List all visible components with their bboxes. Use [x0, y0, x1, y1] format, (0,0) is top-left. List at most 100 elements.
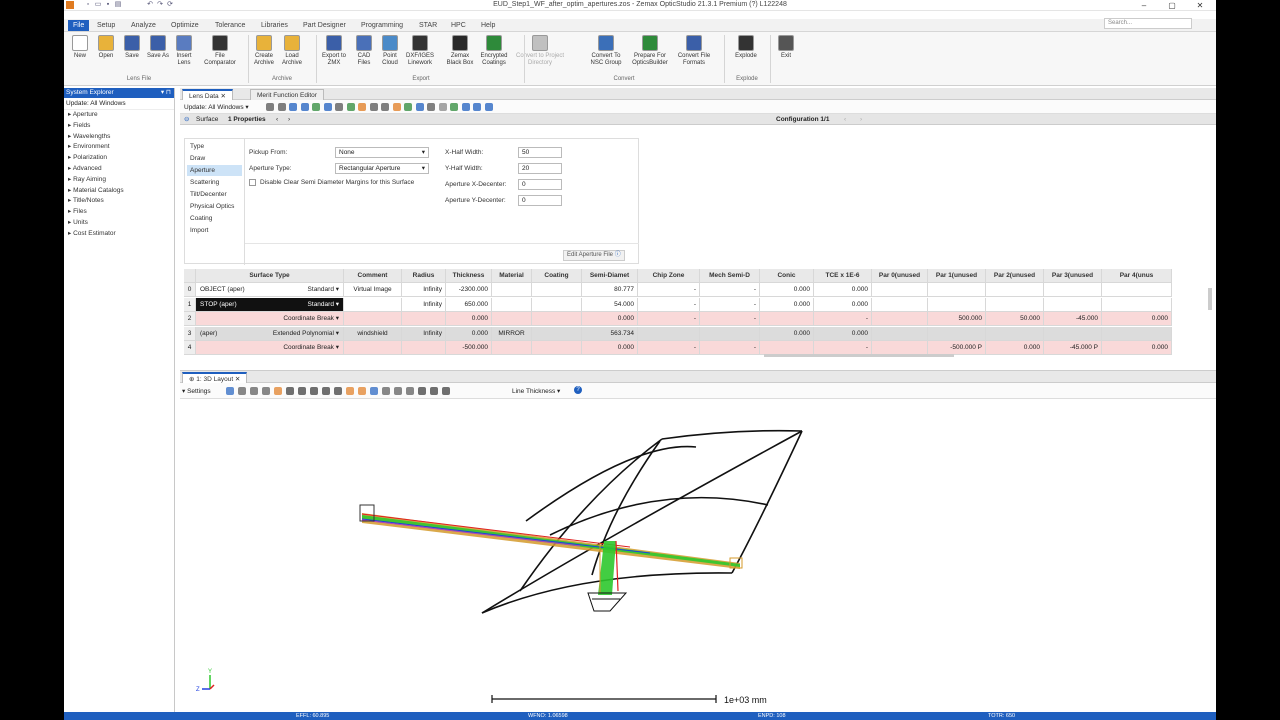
grid-header-cell[interactable]: Thickness — [446, 269, 492, 283]
grid-header-cell[interactable] — [184, 269, 196, 283]
menu-libraries[interactable]: Libraries — [256, 20, 293, 31]
grid-cell[interactable] — [1102, 327, 1172, 341]
layout-tool-16-icon[interactable] — [406, 387, 414, 395]
grid-cell[interactable]: 0.000 — [1102, 312, 1172, 326]
grid-cell[interactable]: -500.000 P — [928, 341, 986, 355]
grid-cell[interactable] — [344, 341, 402, 355]
grid-cell[interactable]: 0.000 — [814, 327, 872, 341]
create-archive-button[interactable]: Create Archive — [252, 35, 276, 67]
menu-tolerance[interactable]: Tolerance — [210, 20, 250, 31]
editor-tool-20-icon[interactable] — [485, 103, 493, 111]
grid-cell[interactable]: 0.000 — [814, 298, 872, 312]
editor-tool-5-icon[interactable] — [312, 103, 320, 111]
editor-tool-7-icon[interactable] — [335, 103, 343, 111]
explorer-item-title-notes[interactable]: ▸ Title/Notes — [64, 196, 174, 207]
convert-file-formats-button[interactable]: Convert File Formats — [673, 35, 715, 67]
explorer-item-material-catalogs[interactable]: ▸ Material Catalogs — [64, 186, 174, 197]
grid-cell[interactable] — [1102, 283, 1172, 297]
grid-cell[interactable]: - — [638, 283, 700, 297]
grid-cell[interactable] — [700, 327, 760, 341]
grid-cell[interactable] — [986, 283, 1044, 297]
grid-cell[interactable]: 54.000 — [582, 298, 638, 312]
grid-cell[interactable]: 0 — [184, 283, 196, 297]
grid-cell[interactable] — [872, 341, 928, 355]
layout-tool-1-icon[interactable] — [226, 387, 234, 395]
grid-header-cell[interactable]: Par 4(unus — [1102, 269, 1172, 283]
x-half-width-field[interactable]: 50 — [518, 147, 562, 158]
table-row[interactable]: 1STOP (aper)Standard ▾Infinity650.00054.… — [184, 298, 1208, 312]
new-button[interactable]: New — [69, 35, 91, 60]
grid-cell[interactable]: 50.000 — [986, 312, 1044, 326]
grid-header-cell[interactable]: Semi-Diamet — [582, 269, 638, 283]
point-cloud-button[interactable]: Point Cloud — [379, 35, 401, 67]
minimize-icon[interactable]: – — [1132, 0, 1156, 11]
layout-canvas[interactable]: 1e+03 mm Y Z — [180, 401, 1216, 715]
explorer-item-files[interactable]: ▸ Files — [64, 207, 174, 218]
layout-tool-11-icon[interactable] — [346, 387, 354, 395]
line-thickness-dropdown[interactable]: Line Thickness ▾ — [512, 387, 560, 395]
editor-tool-8-icon[interactable] — [347, 103, 355, 111]
grid-cell[interactable]: - — [638, 312, 700, 326]
grid-cell[interactable]: Coordinate Break ▾ — [196, 312, 344, 326]
menu-file[interactable]: File — [68, 20, 89, 31]
grid-cell[interactable] — [872, 327, 928, 341]
y-half-width-field[interactable]: 20 — [518, 163, 562, 174]
grid-header-cell[interactable]: Par 2(unused — [986, 269, 1044, 283]
save-button[interactable]: Save — [121, 35, 143, 60]
grid-cell[interactable] — [532, 341, 582, 355]
menu-star[interactable]: STAR — [414, 20, 442, 31]
category-coating[interactable]: Coating — [187, 213, 242, 224]
layout-tool-6-icon[interactable] — [286, 387, 294, 395]
grid-cell[interactable]: 0.000 — [582, 312, 638, 326]
grid-header-cell[interactable]: Chip Zone — [638, 269, 700, 283]
grid-cell[interactable] — [532, 327, 582, 341]
grid-cell[interactable]: - — [700, 341, 760, 355]
layout-tool-19-icon[interactable] — [442, 387, 450, 395]
open-button[interactable]: Open — [95, 35, 117, 60]
grid-cell[interactable] — [1044, 283, 1102, 297]
explorer-item-cost-estimator[interactable]: ▸ Cost Estimator — [64, 229, 174, 240]
convert-to-project-directory-button[interactable]: Convert to Project Directory — [510, 35, 570, 67]
grid-cell[interactable] — [760, 341, 814, 355]
grid-cell[interactable] — [532, 298, 582, 312]
layout-tool-7-icon[interactable] — [298, 387, 306, 395]
grid-cell[interactable]: - — [814, 341, 872, 355]
convert-to-nsc-group-button[interactable]: Convert To NSC Group — [587, 35, 625, 67]
grid-vertical-scrollbar[interactable] — [1208, 288, 1212, 310]
grid-cell[interactable]: STOP (aper)Standard ▾ — [196, 298, 344, 312]
surface-type-select[interactable]: Coordinate Break ▾ — [283, 312, 339, 326]
explorer-item-environment[interactable]: ▸ Environment — [64, 142, 174, 153]
explorer-item-units[interactable]: ▸ Units — [64, 218, 174, 229]
grid-cell[interactable]: 0.000 — [814, 283, 872, 297]
editor-tool-19-icon[interactable] — [473, 103, 481, 111]
category-draw[interactable]: Draw — [187, 153, 242, 164]
maximize-icon[interactable]: ▢ — [1160, 0, 1184, 11]
x-decenter-field[interactable]: 0 — [518, 179, 562, 190]
editor-tool-1-icon[interactable] — [266, 103, 274, 111]
grid-cell[interactable] — [928, 283, 986, 297]
explorer-item-fields[interactable]: ▸ Fields — [64, 121, 174, 132]
layout-tool-15-icon[interactable] — [394, 387, 402, 395]
grid-cell[interactable] — [872, 312, 928, 326]
grid-header-cell[interactable]: Par 3(unused — [1044, 269, 1102, 283]
file-comparator-button[interactable]: File Comparator — [204, 35, 236, 67]
grid-header-cell[interactable]: Coating — [532, 269, 582, 283]
next-config-icon[interactable]: › — [860, 114, 862, 125]
grid-header-cell[interactable]: Comment — [344, 269, 402, 283]
grid-cell[interactable]: 2 — [184, 312, 196, 326]
grid-cell[interactable]: 0.000 — [760, 298, 814, 312]
editor-tool-4-icon[interactable] — [301, 103, 309, 111]
prev-config-icon[interactable]: ‹ — [844, 114, 846, 125]
tab-merit-function-editor[interactable]: Merit Function Editor — [250, 89, 324, 100]
grid-cell[interactable]: Virtual Image — [344, 283, 402, 297]
table-row[interactable]: 3(aper)Extended Polynomial ▾windshieldIn… — [184, 327, 1208, 341]
grid-cell[interactable]: OBJECT (aper)Standard ▾ — [196, 283, 344, 297]
grid-cell[interactable]: 3 — [184, 327, 196, 341]
grid-cell[interactable]: -45.000 P — [1044, 341, 1102, 355]
grid-cell[interactable]: windshield — [344, 327, 402, 341]
grid-cell[interactable]: Coordinate Break ▾ — [196, 341, 344, 355]
grid-cell[interactable] — [1044, 327, 1102, 341]
editor-tool-18-icon[interactable] — [462, 103, 470, 111]
grid-header-cell[interactable]: Radius — [402, 269, 446, 283]
grid-cell[interactable]: 650.000 — [446, 298, 492, 312]
